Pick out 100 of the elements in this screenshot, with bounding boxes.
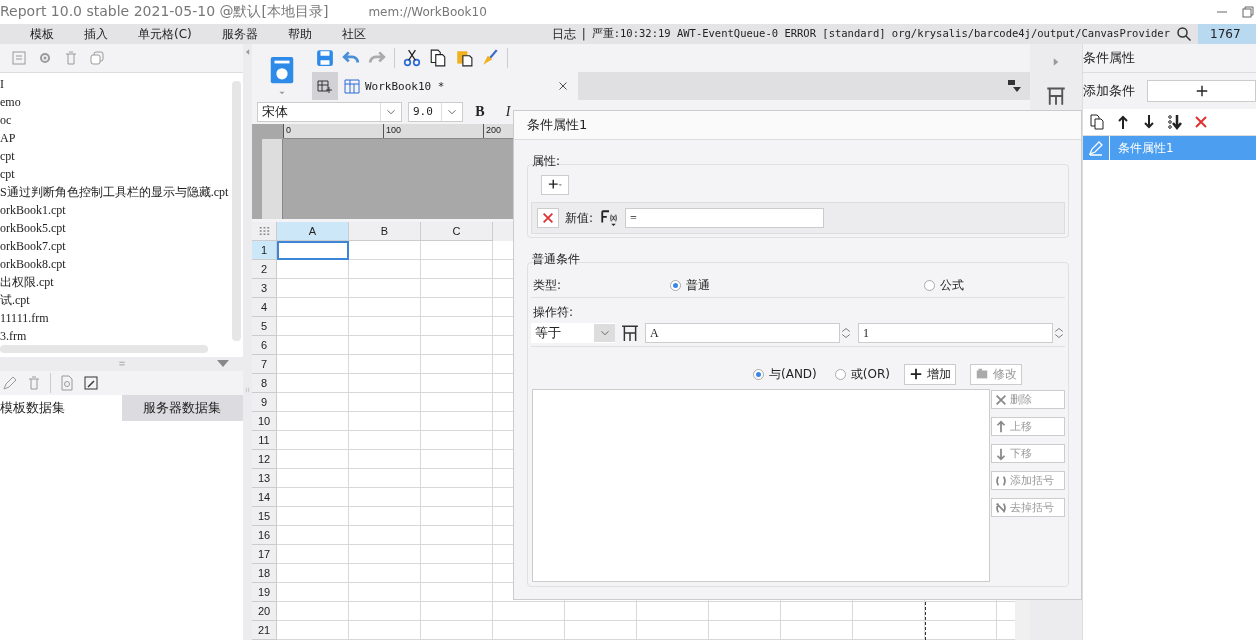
file-item[interactable]: S通过判断角色控制工具栏的显示与隐藏.cpt: [0, 183, 232, 201]
cell-attributes-icon[interactable]: [1046, 86, 1066, 106]
brush-icon[interactable]: [481, 49, 499, 67]
add-button[interactable]: 增加: [903, 363, 956, 385]
document-icon[interactable]: [11, 50, 27, 66]
plus-icon: [546, 178, 564, 192]
row-header[interactable]: 20: [252, 602, 277, 621]
add-condition-button[interactable]: [1147, 80, 1256, 102]
bold-button[interactable]: B: [469, 103, 491, 120]
row-header[interactable]: 10: [252, 412, 277, 431]
trash-icon[interactable]: [26, 375, 42, 391]
pencil-icon: [1088, 140, 1104, 156]
file-item[interactable]: AP: [0, 129, 232, 147]
file-item[interactable]: 试.cpt: [0, 291, 232, 309]
sheet-icon[interactable]: [344, 78, 360, 94]
dropdown-icon[interactable]: [1006, 78, 1022, 94]
search-icon[interactable]: [1176, 26, 1192, 42]
file-item[interactable]: orkBook5.cpt: [0, 219, 232, 237]
restore-icon[interactable]: [1240, 4, 1256, 20]
down-arrow-icon[interactable]: [1141, 114, 1157, 130]
font-select[interactable]: 宋体: [257, 101, 402, 122]
menu-item[interactable]: 社区: [341, 25, 366, 43]
row-header[interactable]: 18: [252, 564, 277, 583]
file-item[interactable]: cpt: [0, 147, 232, 165]
file-item[interactable]: 3.frm: [0, 327, 232, 345]
column-header[interactable]: B: [349, 222, 421, 241]
edit-dataset-icon[interactable]: [83, 375, 99, 391]
value-input[interactable]: 1: [858, 323, 1053, 343]
menu-item[interactable]: 服务器: [221, 25, 258, 43]
join-radio[interactable]: 或(OR): [834, 365, 890, 383]
file-item[interactable]: emo: [0, 93, 232, 111]
column-header[interactable]: C: [421, 222, 493, 241]
brackets-icon: [994, 473, 1008, 488]
separator-text: |: [581, 27, 586, 41]
file-item[interactable]: orkBook1.cpt: [0, 201, 232, 219]
row-header[interactable]: 7: [252, 355, 277, 374]
formula-icon[interactable]: [599, 209, 620, 227]
row-header[interactable]: 15: [252, 507, 277, 526]
new-sheet-icon[interactable]: [317, 78, 333, 94]
remove-property-button[interactable]: [537, 208, 559, 228]
cross-icon: [994, 392, 1008, 407]
row-header[interactable]: 17: [252, 545, 277, 564]
menu-item[interactable]: 单元格(C): [138, 25, 192, 43]
scrollbar[interactable]: [0, 345, 208, 353]
row-header[interactable]: 2: [252, 260, 277, 279]
row-header[interactable]: 14: [252, 488, 277, 507]
trash-icon[interactable]: [63, 50, 79, 66]
column-input[interactable]: A: [645, 323, 840, 343]
value-input[interactable]: =: [625, 208, 825, 228]
row-header[interactable]: 8: [252, 374, 277, 393]
column-header[interactable]: A: [277, 222, 349, 241]
delete-icon[interactable]: [1193, 114, 1209, 130]
file-item[interactable]: oc: [0, 111, 232, 129]
up-arrow-icon: [994, 419, 1008, 434]
move-to-bottom-icon[interactable]: [1167, 114, 1183, 130]
file-item[interactable]: cpt: [0, 165, 232, 183]
file-item[interactable]: 出权限.cpt: [0, 273, 232, 291]
column-icon[interactable]: [621, 324, 639, 342]
menu-item[interactable]: 帮助: [287, 25, 312, 43]
add-property-button[interactable]: [541, 175, 569, 195]
row-header[interactable]: 19: [252, 583, 277, 602]
copy-icon[interactable]: [429, 49, 447, 67]
row-header[interactable]: 9: [252, 393, 277, 412]
row-header[interactable]: 6: [252, 336, 277, 355]
file-item[interactable]: 11111.frm: [0, 309, 232, 327]
preview-icon[interactable]: [59, 375, 75, 391]
row-header[interactable]: 1: [252, 241, 277, 260]
file-item[interactable]: I: [0, 75, 232, 93]
collapse-triangle-icon[interactable]: [217, 360, 229, 368]
log-label[interactable]: 日志: [551, 25, 576, 43]
file-item[interactable]: orkBook7.cpt: [0, 237, 232, 255]
log-count[interactable]: 1767: [1198, 24, 1256, 44]
font-size-select[interactable]: 9.0: [408, 101, 463, 122]
row-header[interactable]: 21: [252, 621, 277, 640]
menu-item[interactable]: 模板: [30, 25, 54, 43]
menu-item[interactable]: 插入: [84, 25, 108, 43]
cell-cursor[interactable]: [277, 241, 349, 260]
scissors-icon[interactable]: [403, 49, 421, 67]
save-icon[interactable]: [316, 49, 334, 67]
row-header[interactable]: 4: [252, 298, 277, 317]
select-all-icon[interactable]: [252, 222, 277, 241]
pencil-icon[interactable]: [2, 375, 18, 391]
row-header[interactable]: 11: [252, 431, 277, 450]
copy-icon[interactable]: [1089, 114, 1105, 130]
file-item[interactable]: orkBook8.cpt: [0, 255, 232, 273]
row-header[interactable]: 5: [252, 317, 277, 336]
type-radio[interactable]: 公式: [924, 276, 1065, 294]
row-header[interactable]: 16: [252, 526, 277, 545]
row-header[interactable]: 12: [252, 450, 277, 469]
paste-icon[interactable]: [455, 49, 473, 67]
row-header[interactable]: 3: [252, 279, 277, 298]
workbook-tab[interactable]: WorkBook10 *: [338, 72, 578, 100]
row-header[interactable]: 13: [252, 469, 277, 488]
scrollbar[interactable]: [232, 81, 241, 341]
dataset-tab[interactable]: 服务器数据集: [121, 395, 243, 421]
type-radio[interactable]: 普通: [670, 276, 924, 294]
join-radio[interactable]: 与(AND): [753, 365, 817, 383]
operator-select[interactable]: 等于: [531, 323, 615, 343]
panel-title: 条件属性: [1083, 44, 1256, 73]
log-message: 严重:10:32:19 AWT-EventQueue-0 ERROR [standard] org/krysalis/barcode4j/output/CanvasProvider: [591, 27, 1170, 41]
